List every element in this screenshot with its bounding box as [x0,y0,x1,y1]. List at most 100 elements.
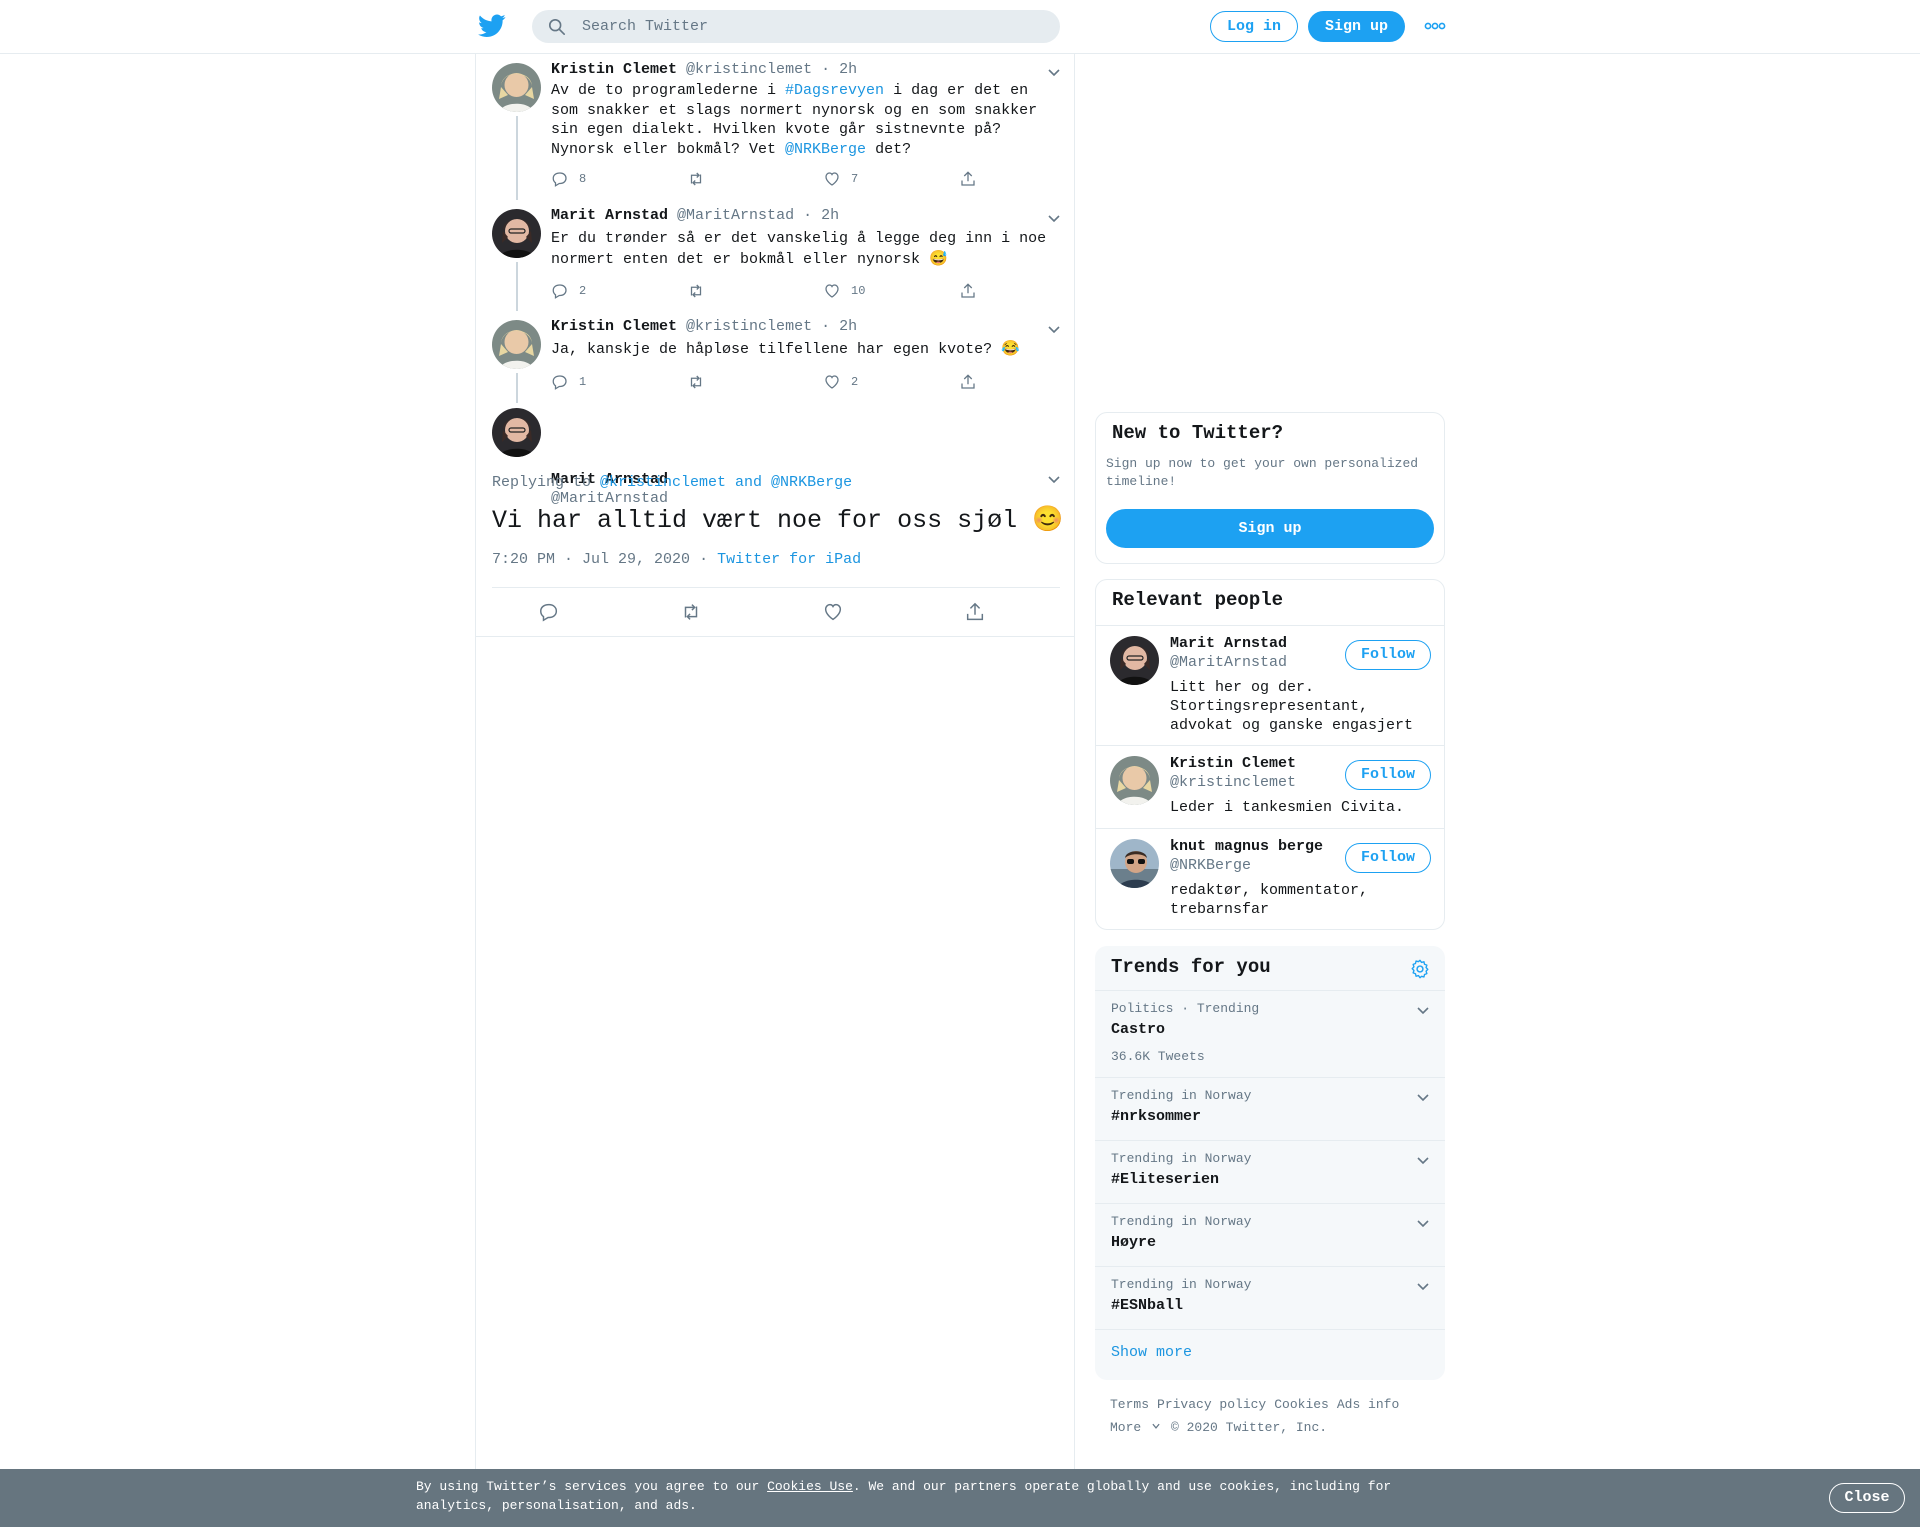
avatar[interactable] [492,63,541,112]
search-input[interactable] [582,10,1042,43]
sign-up-button[interactable]: Sign up [1106,509,1434,548]
footer-link-privacy[interactable]: Privacy policy [1157,1397,1266,1412]
thread-tweet[interactable]: Kristin Clemet @kristinclemet · 2h Ja, k… [476,311,1076,403]
reply-icon[interactable] [538,601,560,623]
sign-up-button[interactable]: Sign up [1308,11,1405,42]
show-more-link[interactable]: Show more [1111,1344,1192,1361]
chevron-down-icon[interactable] [1415,1152,1431,1168]
author-name[interactable]: Marit Arnstad [551,207,668,224]
avatar[interactable] [1110,636,1159,685]
author-name[interactable]: Kristin Clemet [551,61,677,78]
retweet-icon[interactable] [680,601,702,623]
retweet-button[interactable] [687,372,715,392]
conversation-column: Kristin Clemet @kristinclemet · 2h Av de… [475,54,1075,1470]
avatar[interactable] [1110,756,1159,805]
mention-link[interactable]: @NRKBerge [785,141,866,158]
share-button[interactable] [959,281,977,301]
person-item[interactable]: knut magnus berge @NRKBerge Follow redak… [1096,828,1444,929]
thread-tweet[interactable]: Kristin Clemet @kristinclemet · 2h Av de… [476,54,1076,200]
share-icon[interactable] [964,601,986,623]
trend-name[interactable]: #nrksommer [1111,1108,1201,1125]
avatar[interactable] [492,209,541,258]
like-count: 7 [851,172,859,186]
follow-button[interactable]: Follow [1345,760,1431,790]
tweet-header: Kristin Clemet @kristinclemet · 2h [551,61,857,78]
search-box[interactable] [532,10,1060,43]
author-handle[interactable]: @kristinclemet [686,318,812,335]
chevron-down-icon[interactable] [1415,1215,1431,1231]
like-count: 10 [851,284,866,298]
tweet-datetime[interactable]: 7:20 PM · Jul 29, 2020 [492,551,690,568]
person-name[interactable]: Kristin Clemet [1170,755,1296,772]
settings-gear-icon[interactable] [1409,958,1431,980]
retweet-button[interactable] [687,169,715,189]
share-button[interactable] [959,372,977,392]
footer-link-terms[interactable]: Terms [1110,1397,1149,1412]
hashtag-link[interactable]: #Dagsrevyen [785,82,884,99]
trend-item[interactable]: Trending in Norway #ESNball [1095,1266,1445,1329]
trend-item[interactable]: Trending in Norway Høyre [1095,1203,1445,1266]
footer-link-ads-info[interactable]: Ads info [1337,1397,1399,1412]
person-handle[interactable]: @MaritArnstad [1170,654,1287,671]
person-bio: Leder i tankesmien Civita. [1170,799,1405,816]
chevron-down-icon[interactable] [1046,64,1062,80]
like-button[interactable]: 7 [823,169,858,189]
person-name[interactable]: knut magnus berge [1170,838,1323,855]
share-icon [961,283,975,298]
trend-name[interactable]: Castro [1111,1021,1165,1038]
follow-button[interactable]: Follow [1345,843,1431,873]
more-options-icon[interactable] [1424,20,1446,32]
person-name[interactable]: Marit Arnstad [1170,635,1287,652]
reply-count: 2 [579,284,587,298]
reply-button[interactable]: 1 [551,372,586,392]
twitter-logo-icon[interactable] [478,14,506,38]
follow-button[interactable]: Follow [1345,640,1431,670]
chevron-down-icon[interactable] [1415,1278,1431,1294]
tweet-time[interactable]: · 2h [821,61,857,78]
reply-button[interactable]: 2 [551,281,586,301]
tweet-text: Ja, kanskje de håpløse tilfellene har eg… [551,341,1020,358]
trends-card: Trends for you Politics · Trending Castr… [1095,946,1445,1380]
person-handle[interactable]: @NRKBerge [1170,857,1251,874]
trend-name[interactable]: Høyre [1111,1234,1156,1251]
reply-button[interactable]: 8 [551,169,586,189]
share-button[interactable] [959,169,977,189]
author-name[interactable]: Kristin Clemet [551,318,677,335]
chevron-down-icon[interactable] [1046,321,1062,337]
trend-name[interactable]: #ESNball [1111,1297,1183,1314]
chevron-down-icon[interactable] [1415,1002,1431,1018]
author-handle[interactable]: @kristinclemet [686,61,812,78]
footer-more[interactable]: More [1110,1420,1161,1435]
avatar[interactable] [492,320,541,369]
avatar[interactable] [492,408,541,457]
tweet-header: Kristin Clemet @kristinclemet · 2h [551,318,857,335]
log-in-button[interactable]: Log in [1210,11,1298,42]
like-button[interactable]: 10 [823,281,865,301]
chevron-down-icon[interactable] [1046,471,1062,487]
trend-item[interactable]: Trending in Norway #Eliteserien [1095,1140,1445,1203]
replying-to-link[interactable]: @kristinclemet and @NRKBerge [600,474,852,491]
chevron-down-icon[interactable] [1046,210,1062,226]
person-item[interactable]: Marit Arnstad @MaritArnstad Follow Litt … [1096,625,1444,745]
tweet-source[interactable]: Twitter for iPad [717,551,861,568]
avatar[interactable] [1110,839,1159,888]
close-button[interactable]: Close [1829,1483,1905,1513]
chevron-down-icon[interactable] [1415,1089,1431,1105]
card-title: Relevant people [1112,589,1284,611]
trend-item[interactable]: Trending in Norway #nrksommer [1095,1077,1445,1140]
author-handle[interactable]: @MaritArnstad [677,207,794,224]
trend-item[interactable]: Politics · Trending Castro 36.6K Tweets [1095,990,1445,1077]
like-count: 2 [851,375,859,389]
person-handle[interactable]: @kristinclemet [1170,774,1296,791]
reply-icon [552,284,567,299]
cookies-use-link[interactable]: Cookies Use [767,1479,853,1494]
retweet-button[interactable] [687,281,715,301]
tweet-time[interactable]: · 2h [803,207,839,224]
heart-icon[interactable] [822,601,844,623]
trend-name[interactable]: #Eliteserien [1111,1171,1219,1188]
tweet-time[interactable]: · 2h [821,318,857,335]
person-item[interactable]: Kristin Clemet @kristinclemet Follow Led… [1096,745,1444,828]
footer-link-cookies[interactable]: Cookies [1274,1397,1329,1412]
thread-tweet[interactable]: Marit Arnstad @MaritArnstad · 2h Er du t… [476,200,1076,311]
like-button[interactable]: 2 [823,372,858,392]
